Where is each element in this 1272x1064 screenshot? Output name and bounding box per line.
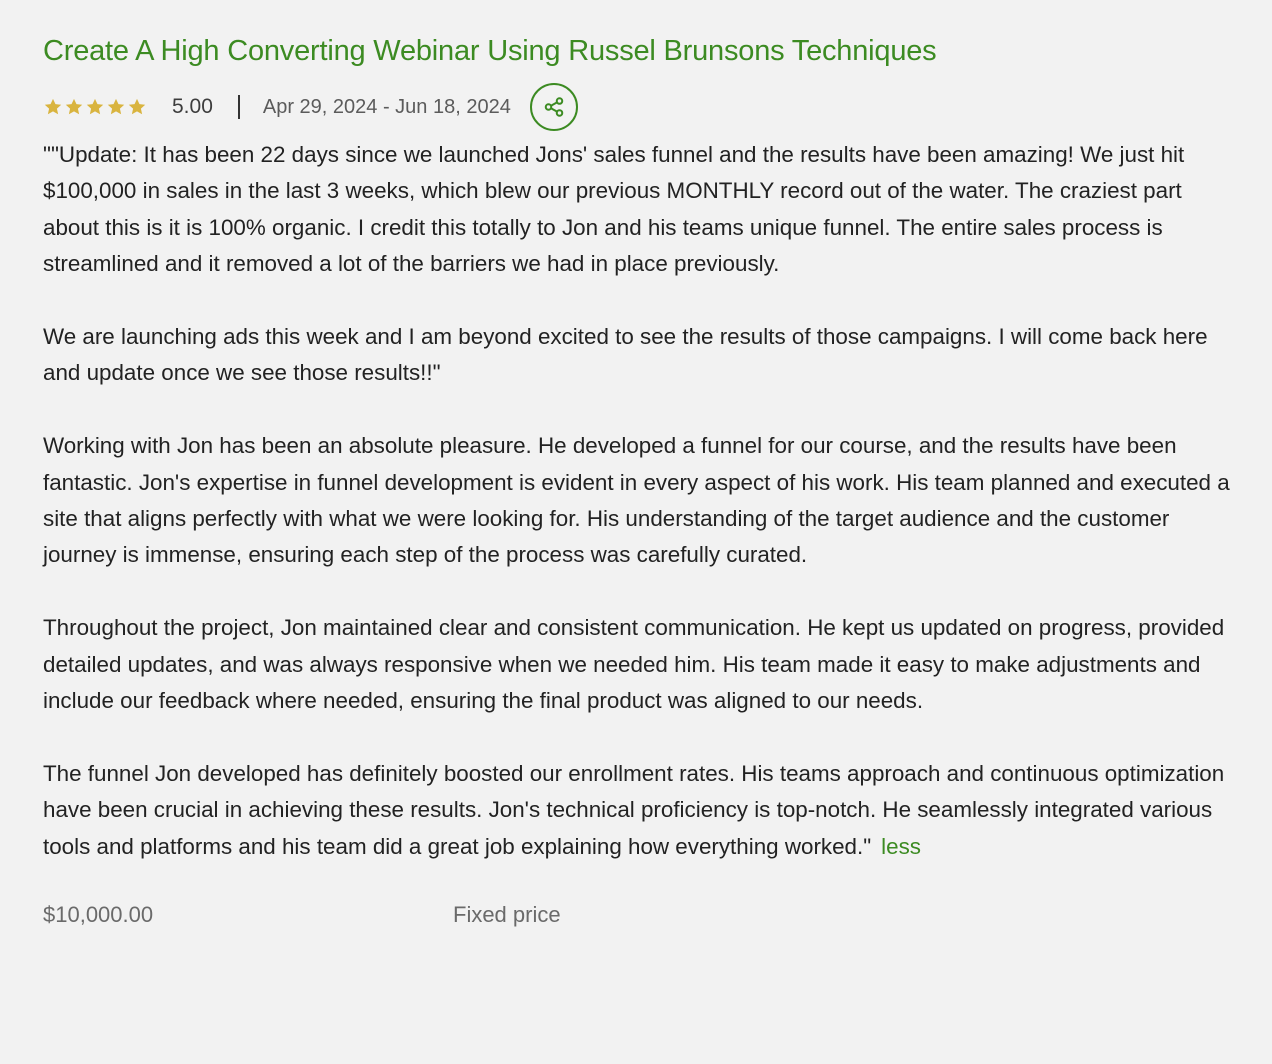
rating-value: 5.00 xyxy=(172,95,213,118)
review-paragraph: Working with Jon has been an absolute pl… xyxy=(43,433,1230,568)
contract-price-type: Fixed price xyxy=(453,902,561,928)
star-icon xyxy=(65,98,83,115)
meta-divider xyxy=(237,95,240,119)
contract-footer: $10,000.00 Fixed price xyxy=(43,902,1233,942)
star-rating xyxy=(43,97,147,117)
share-button[interactable] xyxy=(529,83,578,131)
review-meta-row: 5.00 Apr 29, 2024 - Jun 18, 2024 xyxy=(43,82,1233,132)
review-text: ""Update: It has been 22 days since we l… xyxy=(43,137,1233,865)
review-paragraph: Throughout the project, Jon maintained c… xyxy=(43,615,1225,714)
review-paragraph-text: The funnel Jon developed has definitely … xyxy=(43,760,1225,859)
star-icon xyxy=(128,98,146,115)
share-icon xyxy=(544,97,564,117)
contract-dates: Apr 29, 2024 - Jun 18, 2024 xyxy=(262,95,511,118)
less-link[interactable]: less xyxy=(881,834,921,859)
star-icon xyxy=(44,98,62,115)
review-paragraph: We are launching ads this week and I am … xyxy=(43,324,1208,386)
review-last-paragraph: The funnel Jon developed has definitely … xyxy=(43,756,1233,865)
job-review-card: Create A High Converting Webinar Using R… xyxy=(43,30,1233,942)
contract-price: $10,000.00 xyxy=(43,902,154,928)
star-icon xyxy=(107,98,125,115)
star-icon xyxy=(86,98,104,115)
review-paragraph: ""Update: It has been 22 days since we l… xyxy=(43,142,1185,277)
job-title-link[interactable]: Create A High Converting Webinar Using R… xyxy=(43,30,1233,72)
